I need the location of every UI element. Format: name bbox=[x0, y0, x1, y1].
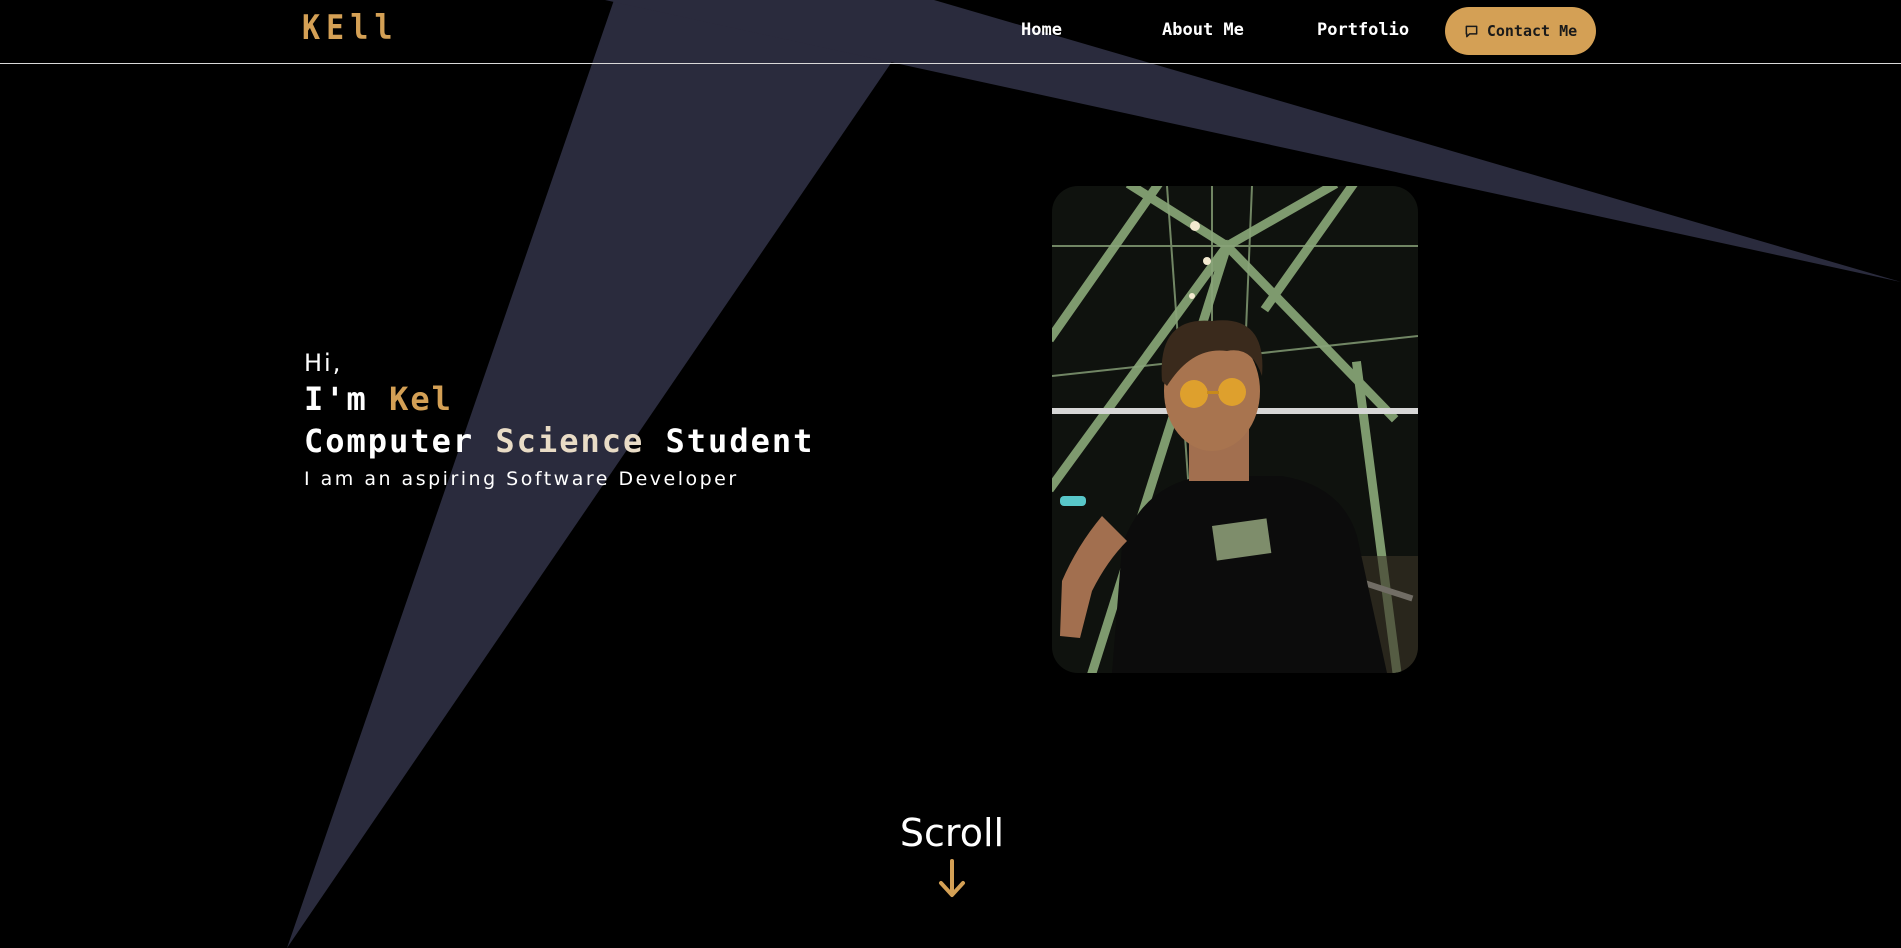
background-shapes bbox=[287, 0, 1901, 948]
nav-link-about-me[interactable]: About Me bbox=[1162, 18, 1244, 42]
hero-role-word-2: Science bbox=[495, 422, 645, 460]
hero-role-word-3: Student bbox=[644, 422, 815, 460]
arrow-down-icon bbox=[939, 859, 965, 897]
hero-greeting: Hi, bbox=[304, 349, 343, 377]
profile-photo bbox=[1052, 186, 1418, 673]
hero-tagline: I am an aspiring Software Developer bbox=[304, 468, 739, 490]
contact-me-button[interactable]: Contact Me bbox=[1445, 7, 1596, 55]
scroll-label: Scroll bbox=[899, 811, 1005, 855]
hero-intro: Hi, I'm Kel Computer Science Student I a… bbox=[304, 348, 814, 493]
profile-photo-illustration bbox=[1052, 186, 1418, 673]
nav-link-portfolio[interactable]: Portfolio bbox=[1317, 18, 1409, 42]
hero-role-word-1: Computer bbox=[304, 422, 496, 460]
hero-intro-prefix: I'm bbox=[304, 380, 390, 418]
hero-intro-line: I'm Kel bbox=[304, 378, 814, 420]
navbar: KEll Home About Me Portfolio Contact Me bbox=[0, 0, 1901, 64]
hero-name: Kel bbox=[389, 380, 453, 418]
hero-role-line: Computer Science Student bbox=[304, 420, 814, 462]
contact-me-label: Contact Me bbox=[1486, 22, 1578, 40]
scroll-indicator[interactable]: Scroll bbox=[850, 808, 1054, 900]
site-logo[interactable]: KEll bbox=[302, 8, 399, 48]
chat-bubble-icon bbox=[1465, 25, 1478, 37]
nav-link-home[interactable]: Home bbox=[1021, 18, 1062, 42]
